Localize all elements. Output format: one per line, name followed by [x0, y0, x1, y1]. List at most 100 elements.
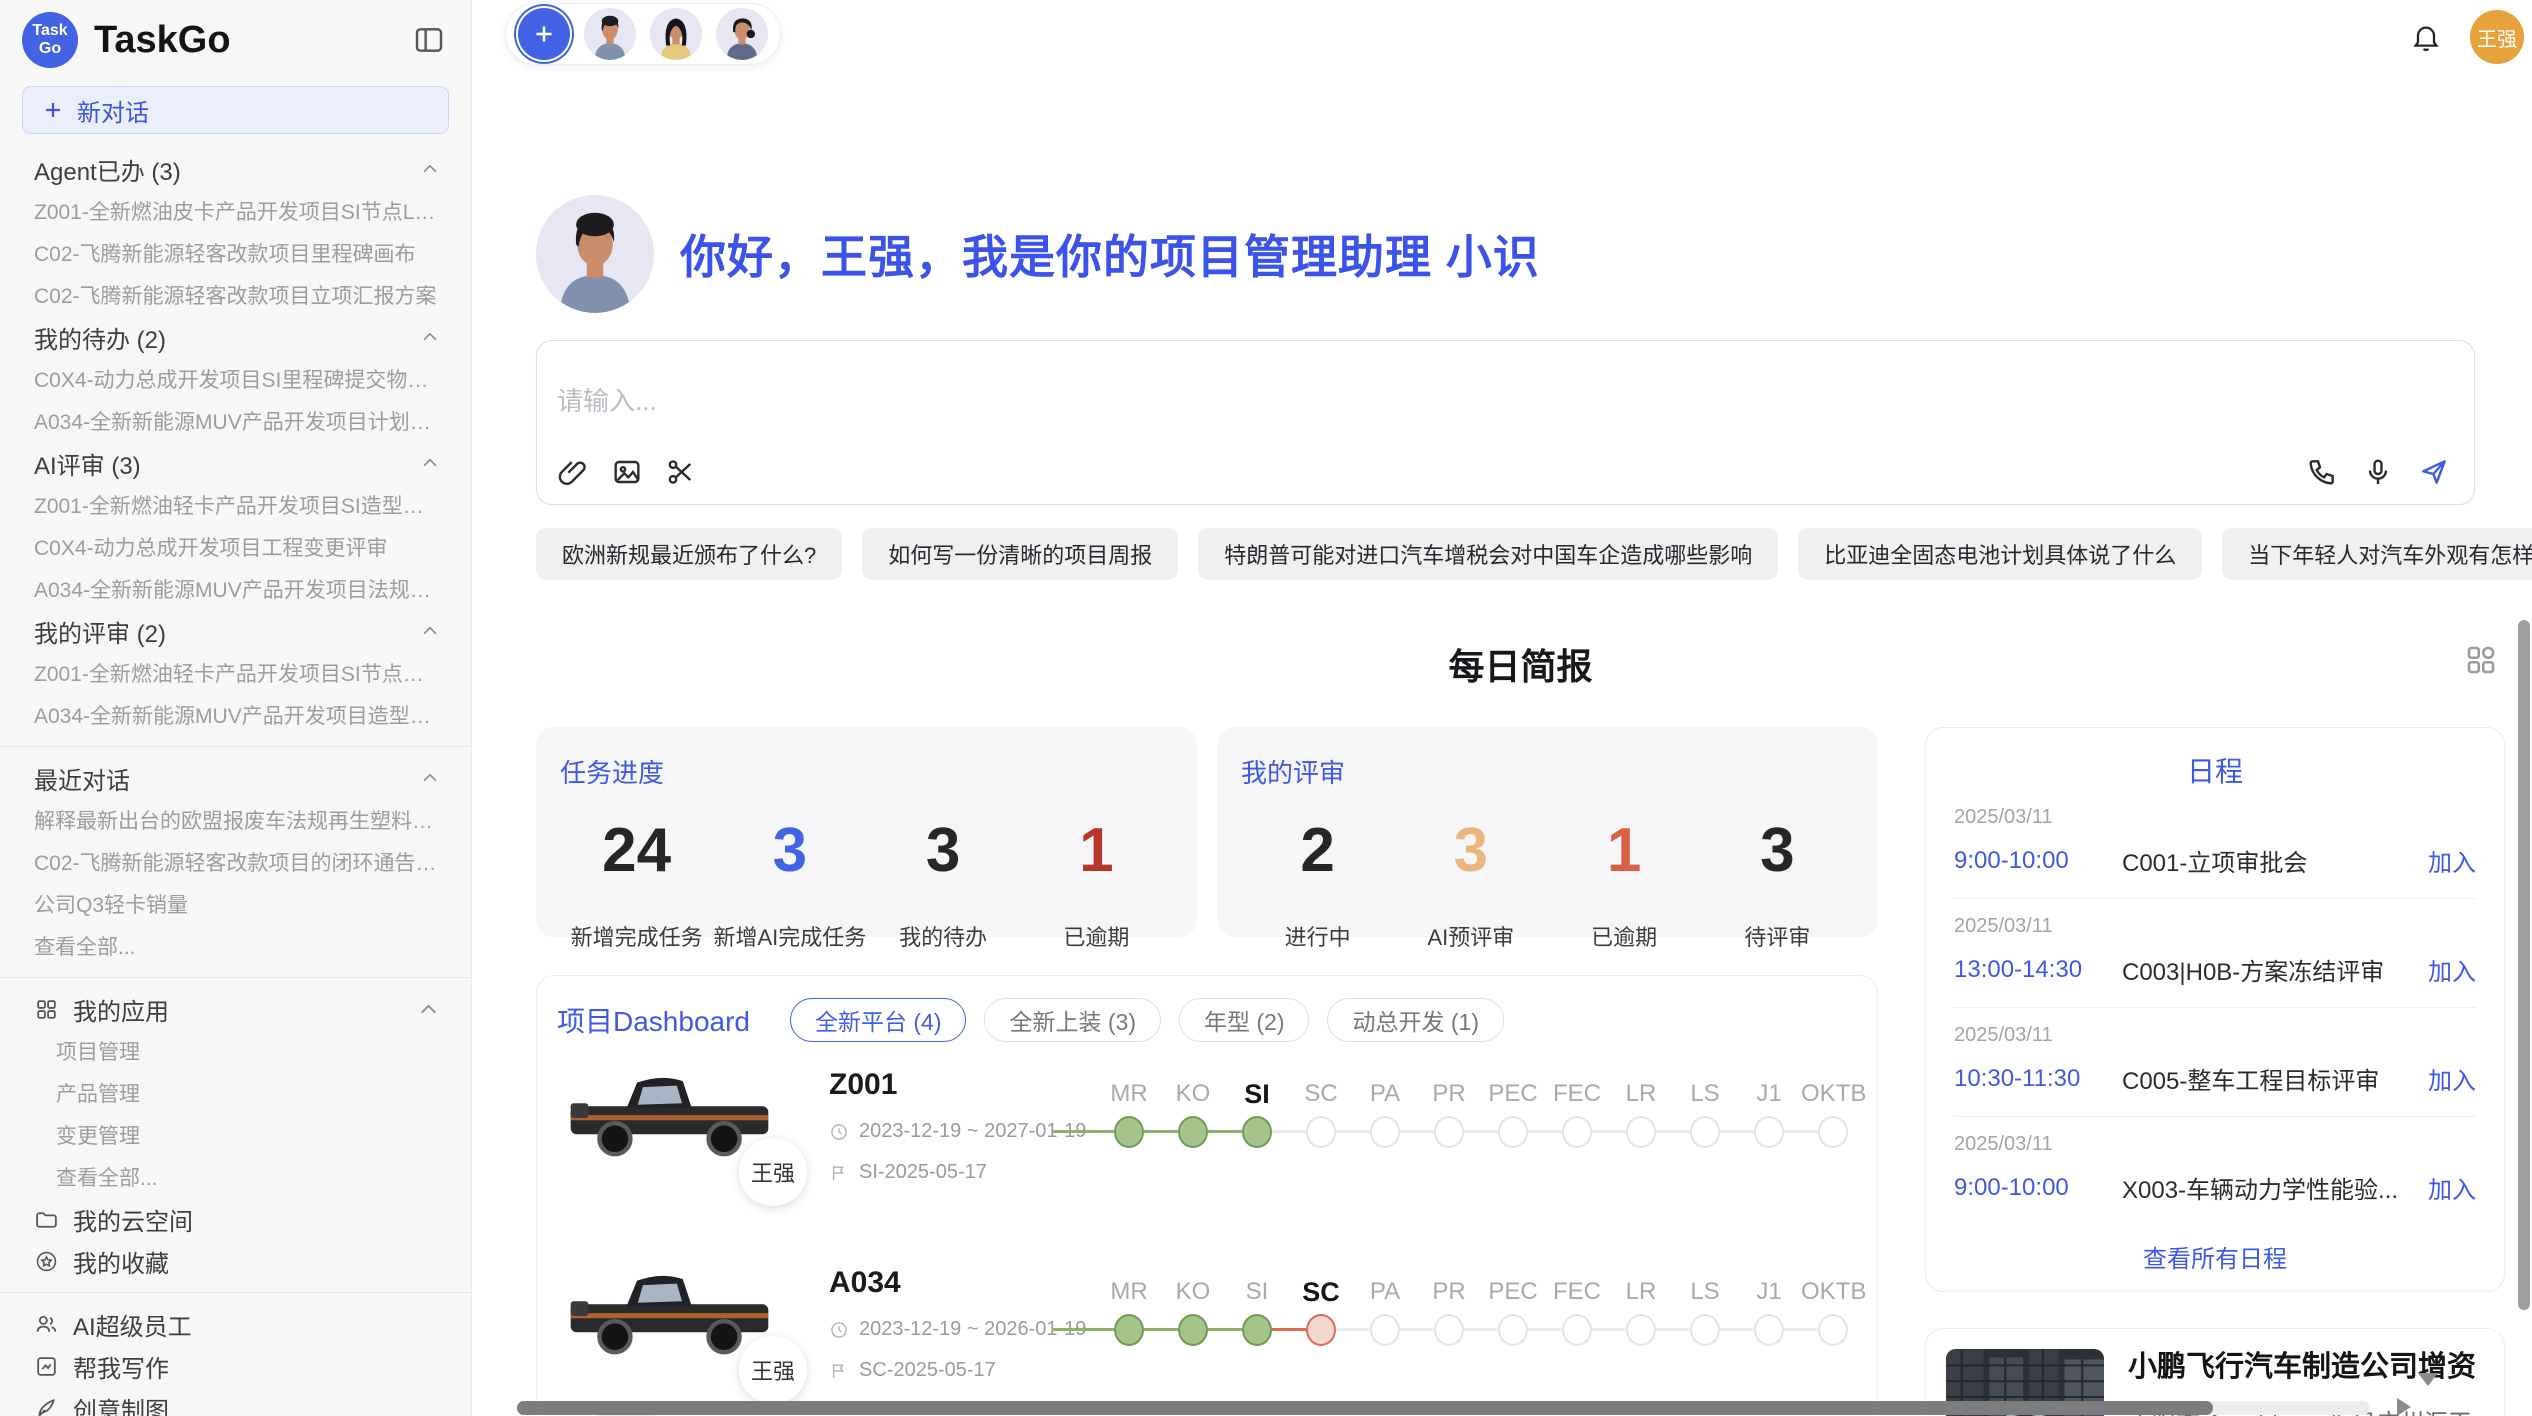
- sidebar-item[interactable]: C0X4-动力总成开发项目SI里程碑提交物检查: [0, 358, 471, 400]
- collapse-sidebar-icon[interactable]: [413, 24, 445, 56]
- milestone-label: PEC: [1481, 1076, 1545, 1112]
- event-3: 2025/03/119:00-10:00X003-车辆动力学性能验...加入: [1954, 1117, 2476, 1225]
- write-icon: [34, 1354, 59, 1379]
- paperclip-icon[interactable]: [557, 456, 589, 488]
- composer: [536, 340, 2475, 505]
- vertical-scrollbar-thumb[interactable]: [2518, 620, 2530, 1310]
- milestone-SI: SI: [1225, 1076, 1289, 1152]
- sidebar-item[interactable]: 变更管理: [0, 1114, 471, 1156]
- sidebar-section-header-section-2[interactable]: AI评审 (3): [0, 442, 471, 484]
- image-icon[interactable]: [611, 456, 643, 488]
- milestone-dot: [1306, 1314, 1336, 1346]
- suggestion-chip-2[interactable]: 特朗普可能对进口汽车增税会对中国车企造成哪些影响: [1198, 528, 1778, 580]
- sidebar-item[interactable]: 公司Q3轻卡销量: [0, 883, 471, 925]
- sidebar-section-header-section-3[interactable]: 我的评审 (2): [0, 610, 471, 652]
- project-dashboard-card: 项目Dashboard 全新平台 (4)全新上装 (3)年型 (2)动总开发 (…: [536, 975, 1878, 1416]
- milestone-MR: MR: [1097, 1076, 1161, 1152]
- scissors-icon[interactable]: [665, 456, 697, 488]
- sidebar-item-people[interactable]: AI超级员工: [0, 1303, 471, 1345]
- stat-value: 24: [560, 820, 713, 882]
- event-main: 10:30-11:30C005-整车工程目标评审加入: [1954, 1061, 2476, 1096]
- milestone-label: LR: [1609, 1274, 1673, 1310]
- suggestion-chip-0[interactable]: 欧洲新规最近颁布了什么?: [536, 528, 842, 580]
- milestone-SI: SI: [1225, 1274, 1289, 1350]
- view-all-schedule-link[interactable]: 查看所有日程: [1954, 1239, 2476, 1274]
- dashboard-tabs: 全新平台 (4) 全新上装 (3) 年型 (2) 动总开发 (1): [790, 998, 1504, 1042]
- milestone-dot: [1434, 1116, 1464, 1148]
- sidebar-item[interactable]: 解释最新出台的欧盟报废车法规再生塑料比例被调至15%...: [0, 799, 471, 841]
- sidebar-item-star-badge[interactable]: 我的收藏: [0, 1240, 471, 1282]
- dashboard-tab-1[interactable]: 全新上装 (3): [984, 998, 1161, 1042]
- sidebar-item-label: 创意制图: [73, 1391, 169, 1416]
- star-badge-icon: [34, 1249, 59, 1274]
- sidebar-item[interactable]: C0X4-动力总成开发项目工程变更评审: [0, 526, 471, 568]
- sidebar-section-header-section-1[interactable]: 我的待办 (2): [0, 316, 471, 358]
- phone-icon[interactable]: [2306, 456, 2338, 488]
- sidebar-item-label: A034-全新新能源MUV产品开发项目法规符合性评审: [34, 574, 441, 604]
- suggestion-chip-3[interactable]: 比亚迪全固态电池计划具体说了什么: [1798, 528, 2202, 580]
- dashboard-tab-3[interactable]: 动总开发 (1): [1327, 998, 1504, 1042]
- dashboard-tab-0[interactable]: 全新平台 (4): [790, 998, 967, 1042]
- milestone-line: [1656, 1328, 1690, 1331]
- horizontal-scrollbar[interactable]: [517, 1401, 2370, 1415]
- milestone-dot: [1370, 1116, 1400, 1148]
- send-icon[interactable]: [2418, 456, 2450, 488]
- view-all-apps[interactable]: 查看全部...: [0, 1156, 471, 1198]
- sidebar-section-header-section-0[interactable]: Agent已办 (3): [0, 148, 471, 190]
- milestone-line: [1528, 1130, 1562, 1133]
- sidebar-item[interactable]: C02-飞腾新能源轻客改款项目的闭环通告反馈情况: [0, 841, 471, 883]
- view-all-recent[interactable]: 查看全部...: [0, 925, 471, 967]
- milestone-dot: [1242, 1116, 1272, 1148]
- event-join-link[interactable]: 加入: [2428, 1170, 2476, 1205]
- sidebar-item[interactable]: A034-全新新能源MUV产品开发项目造型可行性评审: [0, 694, 471, 736]
- plus-icon: [41, 98, 65, 122]
- sidebar-item-label: 我的收藏: [73, 1244, 169, 1279]
- apps-launcher-icon[interactable]: [2463, 642, 2499, 678]
- sidebar-item-quill[interactable]: 创意制图: [0, 1387, 471, 1416]
- microphone-icon[interactable]: [2362, 456, 2394, 488]
- event-join-link[interactable]: 加入: [2428, 1061, 2476, 1096]
- milestone-PR: PR: [1417, 1076, 1481, 1152]
- milestone-label: PR: [1417, 1274, 1481, 1310]
- sidebar-item-label: 查看全部...: [34, 931, 136, 961]
- stat-cell: 3我的待办: [867, 820, 1020, 952]
- sidebar-item-label: Z001-全新燃油轻卡产品开发项目SI造型提交物评审: [34, 490, 441, 520]
- event-date: 2025/03/11: [1954, 915, 2476, 938]
- event-time: 9:00-10:00: [1954, 847, 2122, 875]
- sidebar-item[interactable]: 项目管理: [0, 1030, 471, 1072]
- suggestion-chip-1[interactable]: 如何写一份清晰的项目周报: [862, 528, 1178, 580]
- sidebar-item[interactable]: Z001-全新燃油皮卡产品开发项目SI节点Lesson Learn报告: [0, 190, 471, 232]
- scroll-right-arrow-icon[interactable]: [2397, 1398, 2411, 1416]
- section-title: AI评审 (3): [34, 446, 419, 481]
- milestone-line: [1592, 1130, 1626, 1133]
- section-title: 最近对话: [34, 761, 419, 796]
- event-join-link[interactable]: 加入: [2428, 952, 2476, 987]
- message-input[interactable]: [557, 381, 2454, 431]
- sidebar-item-my-apps[interactable]: 我的应用: [0, 988, 471, 1030]
- new-chat-button[interactable]: 新对话: [22, 86, 449, 134]
- sidebar-item-write[interactable]: 帮我写作: [0, 1345, 471, 1387]
- milestone-label: LR: [1609, 1076, 1673, 1112]
- milestone-PA: PA: [1353, 1076, 1417, 1152]
- horizontal-scrollbar-thumb[interactable]: [517, 1401, 2213, 1415]
- sidebar-item[interactable]: C02-飞腾新能源轻客改款项目里程碑画布: [0, 232, 471, 274]
- sidebar-item-cloud-folder[interactable]: 我的云空间: [0, 1198, 471, 1240]
- suggestion-chip-4[interactable]: 当下年轻人对汽车外观有怎样的喜好趋势: [2222, 528, 2532, 580]
- event-join-link[interactable]: 加入: [2428, 843, 2476, 878]
- flag-icon: [829, 1361, 849, 1381]
- sidebar-item[interactable]: Z001-全新燃油轻卡产品开发项目SI节点属性5D文件评审: [0, 652, 471, 694]
- composer-left-tools: [557, 456, 697, 488]
- dashboard-tab-2[interactable]: 年型 (2): [1179, 998, 1310, 1042]
- sidebar-item[interactable]: A034-全新新能源MUV产品开发项目法规符合性评审: [0, 568, 471, 610]
- milestone-line: [1336, 1328, 1370, 1331]
- sidebar-item[interactable]: 产品管理: [0, 1072, 471, 1114]
- sidebar-item[interactable]: A034-全新新能源MUV产品开发项目计划变更表编写: [0, 400, 471, 442]
- scroll-down-arrow-icon[interactable]: [2418, 1373, 2438, 1386]
- sidebar-section-header-recent[interactable]: 最近对话: [0, 757, 471, 799]
- milestone-line: [1464, 1130, 1498, 1133]
- sidebar-item[interactable]: C02-飞腾新能源轻客改款项目立项汇报方案: [0, 274, 471, 316]
- sidebar-item[interactable]: Z001-全新燃油轻卡产品开发项目SI造型提交物评审: [0, 484, 471, 526]
- milestone-line: [1656, 1130, 1690, 1133]
- sidebar-item-label: 产品管理: [56, 1078, 140, 1108]
- project-row-A034: 王强A0342023-12-19 ~ 2026-01-19SC-2025-05-…: [557, 1260, 1857, 1392]
